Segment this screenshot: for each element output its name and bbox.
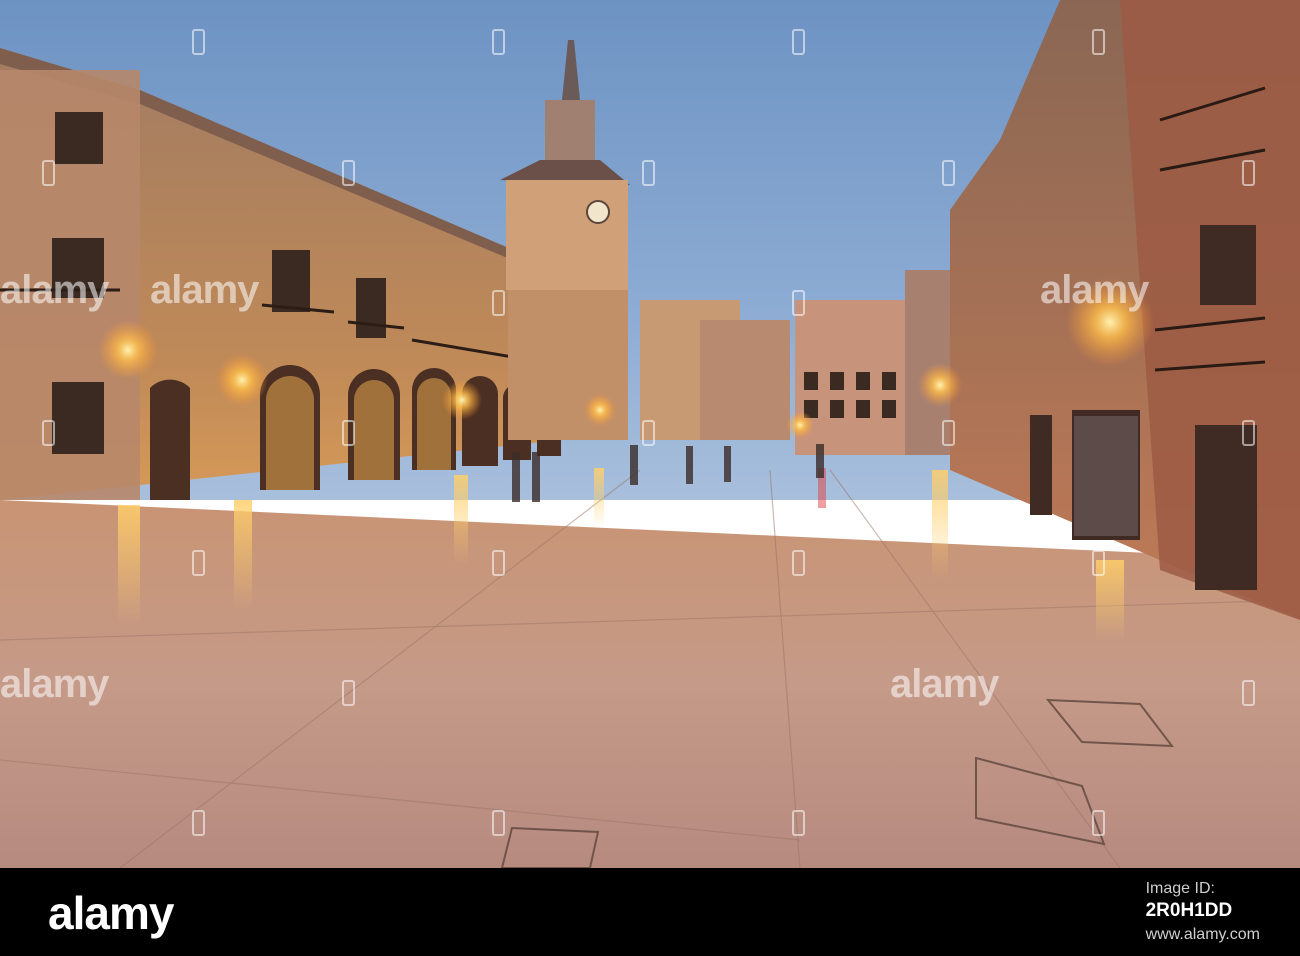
watermark-mark <box>642 160 655 186</box>
alamy-logo[interactable]: alamy <box>48 886 174 940</box>
photo: alamy alamy alamy alamy alamy <box>0 0 1300 868</box>
watermark-mark <box>1242 160 1255 186</box>
site-url[interactable]: www.alamy.com <box>1146 926 1260 944</box>
watermark-mark <box>342 680 355 706</box>
watermark-mark <box>1242 680 1255 706</box>
image-meta: Image ID: 2R0H1DD www.alamy.com <box>1146 880 1260 944</box>
watermark-mark <box>42 420 55 446</box>
watermark-mark <box>1092 29 1105 55</box>
watermark-mark <box>342 160 355 186</box>
watermark-mark <box>192 29 205 55</box>
watermark-mark <box>1092 810 1105 836</box>
watermark-mark <box>792 290 805 316</box>
watermark-mark <box>942 160 955 186</box>
watermark-mark <box>1242 420 1255 446</box>
image-id-label: Image ID: <box>1145 880 1215 897</box>
watermark-mark <box>792 550 805 576</box>
watermark-mark <box>792 810 805 836</box>
watermark-mark <box>192 550 205 576</box>
watermark-mark <box>492 550 505 576</box>
watermark-mark <box>192 810 205 836</box>
watermark-mark <box>342 420 355 446</box>
watermark-mark <box>42 160 55 186</box>
watermark-mark <box>492 29 505 55</box>
watermark-mark <box>792 29 805 55</box>
watermark-mark <box>492 290 505 316</box>
image-id: 2R0H1DD <box>1145 900 1233 921</box>
footer-bar: alamy Image ID: 2R0H1DD www.alamy.com <box>0 868 1300 956</box>
watermark-mark <box>492 810 505 836</box>
watermark-mark <box>1092 550 1105 576</box>
watermark-mark <box>642 420 655 446</box>
watermark-mark <box>942 420 955 446</box>
